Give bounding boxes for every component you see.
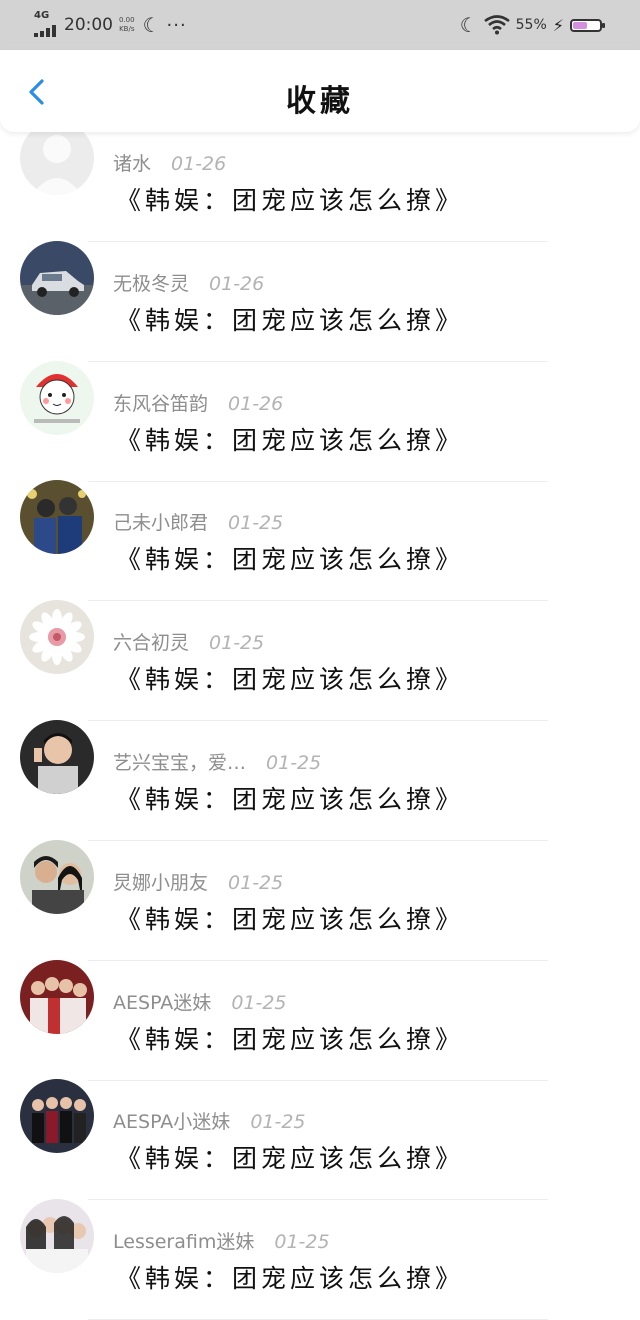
- avatar[interactable]: [20, 1199, 94, 1274]
- list-item[interactable]: AESPA迷妹 01-25 《韩娱：团宠应该怎么撩》: [0, 881, 640, 1081]
- battery-icon: [570, 18, 605, 32]
- network-type: 4G: [34, 10, 50, 21]
- page-title: 收藏: [286, 84, 354, 119]
- list-item[interactable]: 无极冬灵 01-26 《韩娱：团宠应该怎么撩》: [0, 162, 640, 362]
- list-item[interactable]: 艺兴宝宝，爱… 01-25 《韩娱：团宠应该怎么撩》: [0, 641, 640, 841]
- wifi-icon: [483, 15, 510, 35]
- more-notifications-icon: ···: [166, 14, 187, 36]
- list-item[interactable]: 六合初灵 01-25 《韩娱：团宠应该怎么撩》: [0, 521, 640, 722]
- status-right: ☾ 55% ⚡: [459, 12, 605, 38]
- clock: 20:00: [64, 15, 113, 35]
- item-meta: Lesserafim迷妹 01-25: [113, 1227, 330, 1254]
- moon-icon: ☾: [142, 13, 161, 37]
- header-bar: 收藏: [0, 50, 640, 132]
- list-item[interactable]: Lesserafim迷妹 01-25 《韩娱：团宠应该怎么撩》: [0, 1120, 640, 1320]
- user-name[interactable]: Lesserafim迷妹: [113, 1231, 254, 1253]
- charging-icon: ⚡: [552, 15, 564, 35]
- battery-fill: [573, 21, 588, 29]
- list-item[interactable]: 己未小郎君 01-25 《韩娱：团宠应该怎么撩》: [0, 401, 640, 602]
- list-item[interactable]: 东风谷笛韵 01-26 《韩娱：团宠应该怎么撩》: [0, 282, 640, 482]
- speed-unit: KB/s: [119, 25, 135, 33]
- list-item[interactable]: 炅娜小朋友 01-25 《韩娱：团宠应该怎么撩》: [0, 761, 640, 961]
- book-title[interactable]: 《韩娱：团宠应该怎么撩》: [116, 1259, 464, 1295]
- list-item[interactable]: AESPA小迷妹 01-25 《韩娱：团宠应该怎么撩》: [0, 1000, 640, 1201]
- item-date: 01-25: [274, 1231, 330, 1254]
- do-not-disturb-icon: ☾: [459, 13, 478, 37]
- battery-percent: 55%: [515, 17, 547, 33]
- speed-value: 0.00: [119, 16, 135, 24]
- signal-icon: [34, 25, 56, 37]
- status-left: 4G 20:00 0.00 KB/s ☾ ···: [34, 10, 187, 40]
- network-speed: 0.00 KB/s: [119, 16, 135, 34]
